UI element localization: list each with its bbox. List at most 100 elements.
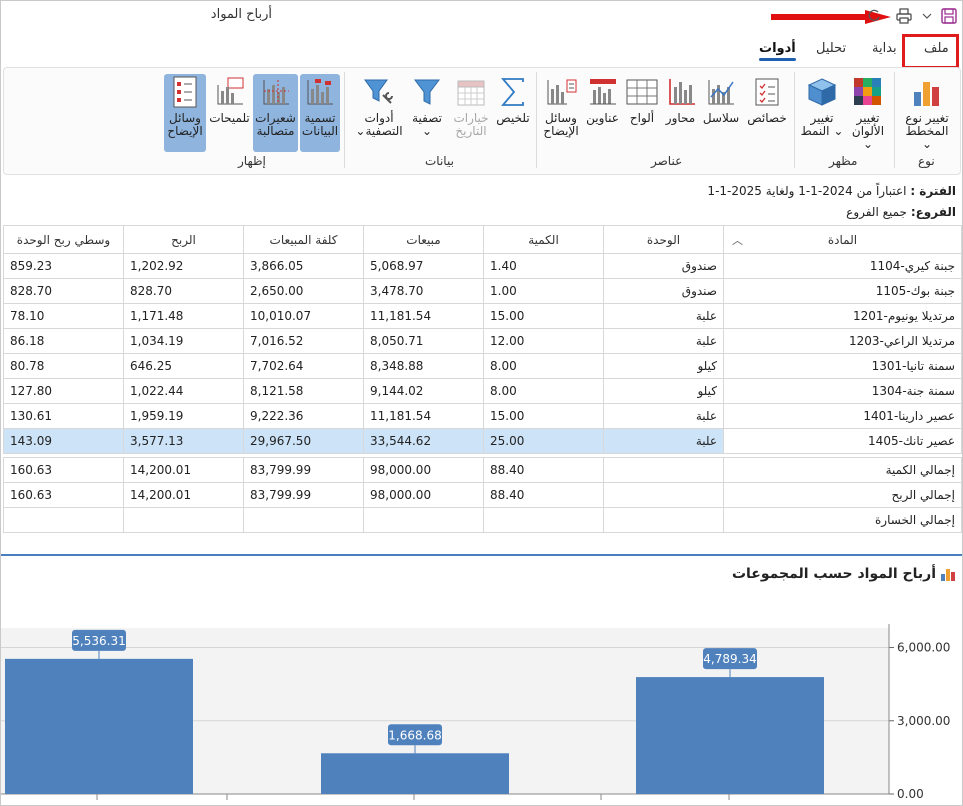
table-cell[interactable]: 11,181.54 [363, 403, 484, 429]
table-cell[interactable]: 130.61 [3, 403, 124, 429]
table-cell[interactable]: 25.00 [483, 428, 604, 454]
panes-button[interactable]: ألواح [624, 74, 660, 152]
totals-row[interactable]: 160.63 14,200.01 83,799.99 98,000.00 88.40 إج… [3, 457, 962, 483]
table-cell[interactable]: 8.00 [483, 353, 604, 379]
table-cell[interactable]: 10,010.07 [243, 303, 364, 329]
summarize-button[interactable]: تلخيص [493, 74, 533, 152]
filter-button[interactable]: تصفية ⌄ [406, 74, 448, 152]
table-cell[interactable]: كيلو [603, 353, 724, 379]
table-cell[interactable]: 828.70 [123, 278, 244, 304]
table-cell[interactable]: 78.10 [3, 303, 124, 329]
table-cell[interactable] [603, 457, 724, 483]
legend-button[interactable]: وسائل الإيضاح [540, 74, 582, 152]
table-cell[interactable]: 98,000.00 [363, 457, 484, 483]
table-cell[interactable]: 9,222.36 [243, 403, 364, 429]
table-cell[interactable]: 14,200.01 [123, 457, 244, 483]
table-row[interactable]: 78.10 1,171.48 10,010.07 11,181.54 15.00 علبة… [3, 303, 962, 329]
table-cell[interactable]: 14,200.01 [123, 482, 244, 508]
table-row[interactable]: 86.18 1,034.19 7,016.52 8,050.71 12.00 علبة 12… [3, 328, 962, 354]
table-cell[interactable]: 1201-مرتديلا يونيوم [723, 303, 962, 329]
table-row[interactable]: 80.78 646.25 7,702.64 8,348.88 8.00 كيلو 1301-… [3, 353, 962, 379]
show-legend-button[interactable]: وسائل الإيضاح [164, 74, 206, 152]
filter-tools-button[interactable]: أدوات ⌄التصفية [354, 74, 404, 152]
table-cell[interactable]: 1304-سمنة جنة [723, 378, 962, 404]
table-cell[interactable]: صندوق [603, 278, 724, 304]
table-cell[interactable] [123, 507, 244, 533]
save-icon[interactable] [938, 5, 960, 27]
change-chart-type-button[interactable]: تغيير نوع المخطط ⌄ [900, 74, 954, 152]
table-row[interactable]: 143.09 3,577.13 29,967.50 33,544.62 25.00 علب… [3, 428, 962, 454]
table-cell[interactable]: إجمالي الخسارة [723, 507, 962, 533]
refresh-icon[interactable] [863, 5, 885, 27]
totals-row[interactable]: إجمالي الخسارة [3, 507, 962, 533]
table-cell[interactable]: إجمالي الربح [723, 482, 962, 508]
table-cell[interactable] [243, 507, 364, 533]
table-cell[interactable] [3, 507, 124, 533]
table-cell[interactable]: 83,799.99 [243, 482, 364, 508]
tab-analysis[interactable]: تحليل [816, 41, 846, 56]
table-row[interactable]: 127.80 1,022.44 8,121.58 9,144.02 8.00 كيلو 13… [3, 378, 962, 404]
table-cell[interactable]: 1.40 [483, 253, 604, 279]
table-cell[interactable]: 1301-سمنة تانيا [723, 353, 962, 379]
tooltips-button[interactable]: تلميحات [208, 74, 251, 152]
table-cell[interactable]: 8.00 [483, 378, 604, 404]
table-row[interactable]: 859.23 1,202.92 3,866.05 5,068.97 1.40 صندوق 1… [3, 253, 962, 279]
table-cell[interactable]: 1,959.19 [123, 403, 244, 429]
table-cell[interactable]: 11,181.54 [363, 303, 484, 329]
table-cell[interactable]: 1405-عصير تانك [723, 428, 962, 454]
crosshair-button[interactable]: شعيرات متصالبة [253, 74, 298, 152]
tab-home[interactable]: بداية [872, 41, 897, 56]
table-cell[interactable]: 1401-عصير دارينا [723, 403, 962, 429]
table-cell[interactable]: 160.63 [3, 457, 124, 483]
table-cell[interactable]: 9,144.02 [363, 378, 484, 404]
table-cell[interactable]: 15.00 [483, 403, 604, 429]
table-cell[interactable]: 12.00 [483, 328, 604, 354]
titles-button[interactable]: عناوين [583, 74, 622, 152]
table-cell[interactable]: 1,034.19 [123, 328, 244, 354]
column-header-quantity[interactable]: الكمية [483, 225, 604, 254]
table-cell[interactable] [603, 507, 724, 533]
column-header-item[interactable]: المادة ︿ [723, 225, 962, 254]
table-cell[interactable]: 828.70 [3, 278, 124, 304]
column-header-profit[interactable]: الربح [123, 225, 244, 254]
customize-dropdown-icon[interactable] [916, 5, 938, 27]
column-header-cost[interactable]: كلفة المبيعات [243, 225, 364, 254]
table-cell[interactable]: 646.25 [123, 353, 244, 379]
table-cell[interactable]: علبة [603, 428, 724, 454]
table-cell[interactable]: 80.78 [3, 353, 124, 379]
table-cell[interactable] [603, 482, 724, 508]
properties-button[interactable]: خصائص [743, 74, 791, 152]
table-cell[interactable]: 127.80 [3, 378, 124, 404]
table-cell[interactable]: 3,478.70 [363, 278, 484, 304]
table-cell[interactable]: 98,000.00 [363, 482, 484, 508]
table-cell[interactable]: 1,022.44 [123, 378, 244, 404]
column-header-unit[interactable]: الوحدة [603, 225, 724, 254]
table-cell[interactable]: 15.00 [483, 303, 604, 329]
table-cell[interactable]: 88.40 [483, 457, 604, 483]
table-cell[interactable]: 160.63 [3, 482, 124, 508]
data-labels-button[interactable]: تسمية البيانات [300, 74, 340, 152]
table-cell[interactable]: 8,348.88 [363, 353, 484, 379]
table-cell[interactable]: 1203-مرتديلا الراعي [723, 328, 962, 354]
table-cell[interactable]: 8,050.71 [363, 328, 484, 354]
table-cell[interactable]: 7,702.64 [243, 353, 364, 379]
table-cell[interactable]: 29,967.50 [243, 428, 364, 454]
table-cell[interactable]: 143.09 [3, 428, 124, 454]
table-cell[interactable]: كيلو [603, 378, 724, 404]
table-cell[interactable]: 2,650.00 [243, 278, 364, 304]
totals-row[interactable]: 160.63 14,200.01 83,799.99 98,000.00 88.40 إج… [3, 482, 962, 508]
axes-button[interactable]: محاور [662, 74, 699, 152]
print-icon[interactable] [893, 5, 915, 27]
table-cell[interactable]: 1105-جبنة بوك [723, 278, 962, 304]
table-cell[interactable]: 1104-جبنة كيري [723, 253, 962, 279]
table-cell[interactable]: صندوق [603, 253, 724, 279]
column-header-sales[interactable]: مبيعات [363, 225, 484, 254]
table-cell[interactable]: إجمالي الكمية [723, 457, 962, 483]
table-cell[interactable]: 1,202.92 [123, 253, 244, 279]
table-cell[interactable]: 3,866.05 [243, 253, 364, 279]
table-cell[interactable]: 859.23 [3, 253, 124, 279]
table-cell[interactable]: علبة [603, 303, 724, 329]
change-colors-button[interactable]: تغيير الألوان ⌄ [846, 74, 890, 152]
table-cell[interactable] [483, 507, 604, 533]
table-row[interactable]: 130.61 1,959.19 9,222.36 11,181.54 15.00 علبة… [3, 403, 962, 429]
